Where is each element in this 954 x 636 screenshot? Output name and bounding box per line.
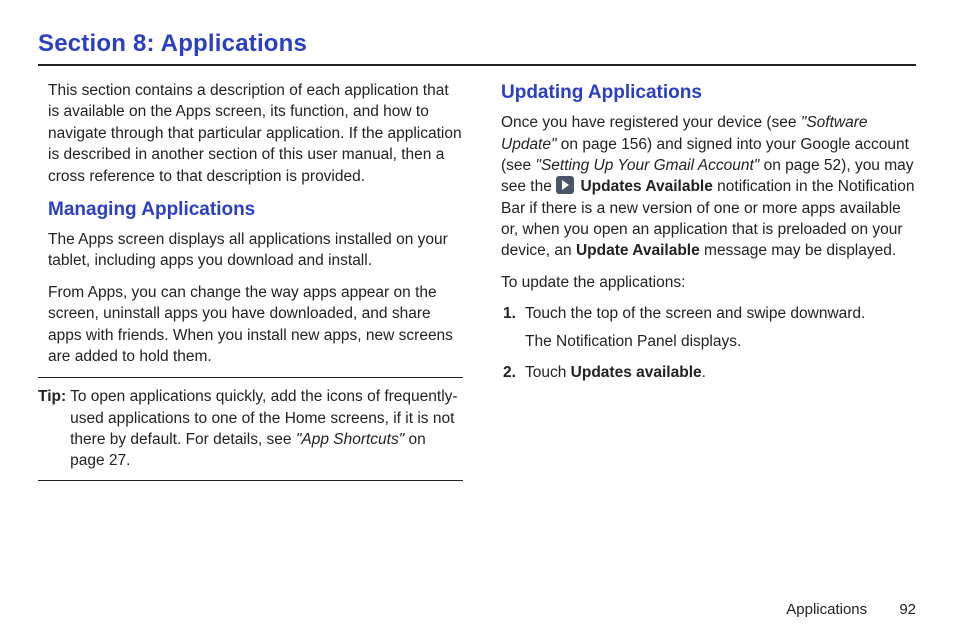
step-2-a: Touch	[525, 364, 571, 381]
updates-available-bold: Updates Available	[580, 178, 712, 195]
title-rule	[38, 64, 916, 66]
step-1-sub: The Notification Panel displays.	[525, 331, 916, 352]
step-1: Touch the top of the screen and swipe do…	[525, 303, 916, 352]
managing-p1: The Apps screen displays all application…	[38, 229, 463, 272]
managing-p2: From Apps, you can change the way apps a…	[38, 282, 463, 368]
intro-paragraph: This section contains a description of e…	[38, 80, 463, 187]
updating-p1: Once you have registered your device (se…	[491, 112, 916, 262]
play-store-icon	[556, 176, 574, 194]
update-lead: To update the applications:	[491, 272, 916, 293]
footer-section-name: Applications	[786, 601, 867, 618]
tip-text: To open applications quickly, add the ic…	[70, 386, 463, 472]
updating-p1-a: Once you have registered your device (se…	[501, 114, 801, 131]
tip-reference: "App Shortcuts"	[296, 431, 404, 448]
heading-updating-applications: Updating Applications	[491, 80, 916, 106]
left-column: This section contains a description of e…	[38, 80, 463, 581]
tip-block: Tip: To open applications quickly, add t…	[38, 377, 463, 481]
heading-managing-applications: Managing Applications	[38, 197, 463, 223]
step-2: Touch Updates available.	[525, 362, 916, 383]
section-title: Section 8: Applications	[38, 30, 916, 58]
two-column-layout: This section contains a description of e…	[38, 80, 916, 581]
step-2-b: .	[702, 364, 706, 381]
tip-label: Tip:	[38, 386, 70, 472]
update-steps: Touch the top of the screen and swipe do…	[491, 303, 916, 383]
update-available-bold: Update Available	[576, 242, 700, 259]
manual-page: Section 8: Applications This section con…	[0, 0, 954, 636]
ref-gmail-account: "Setting Up Your Gmail Account"	[535, 157, 759, 174]
page-footer: Applications 92	[38, 581, 916, 618]
step-2-bold: Updates available	[571, 364, 702, 381]
footer-page-number: 92	[899, 601, 916, 618]
step-1-text: Touch the top of the screen and swipe do…	[525, 305, 865, 322]
right-column: Updating Applications Once you have regi…	[491, 80, 916, 581]
updating-p1-e: message may be displayed.	[700, 242, 896, 259]
